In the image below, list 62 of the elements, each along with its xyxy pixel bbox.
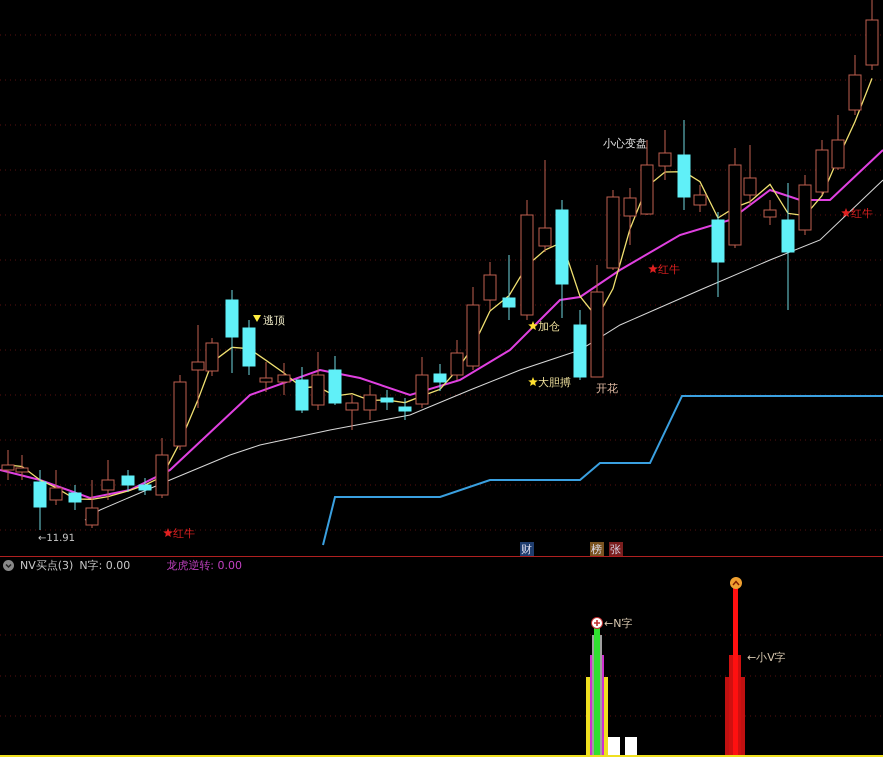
candlestick: [744, 144, 756, 206]
volume-bar: [608, 737, 620, 757]
signal-label: 大胆搏: [538, 376, 571, 389]
candlestick: [278, 362, 290, 396]
signal-label: 红牛: [851, 207, 873, 220]
signal-label: 红牛: [658, 263, 680, 276]
star-icon: [528, 377, 538, 386]
star-icon: [163, 528, 173, 537]
indicator-name: NV买点(3): [20, 558, 74, 572]
signal-label: 逃顶: [263, 314, 285, 327]
candlestick: [328, 356, 342, 406]
candlestick: [624, 188, 636, 246]
candlestick: [242, 320, 256, 376]
candlestick: [484, 262, 496, 310]
candlestick: [694, 184, 706, 212]
signal-label: 红牛: [173, 527, 195, 540]
candlestick: [816, 140, 828, 196]
candlestick: [364, 384, 376, 420]
candlestick: [450, 340, 464, 380]
star-icon: [528, 321, 538, 330]
volume-bar: [625, 737, 637, 757]
signal-annotation: ←N字: [604, 617, 632, 630]
indicator-value: N字: 0.00: [79, 558, 130, 572]
signal-label: 加仓: [538, 320, 560, 333]
event-badge: 财: [520, 542, 534, 556]
candlestick: [86, 480, 98, 528]
plus-circle-icon: [591, 617, 603, 629]
signal-annotation: ←小V字: [747, 651, 786, 664]
candlestick: [832, 114, 844, 170]
candlestick: [502, 254, 516, 320]
candlestick: [138, 478, 152, 496]
candlestick: [764, 200, 776, 226]
candlestick: [346, 394, 358, 430]
candlestick: [296, 366, 308, 414]
event-badge: 张: [609, 542, 623, 556]
star-icon: [648, 264, 658, 273]
candlestick: [658, 130, 672, 180]
candlestick: [102, 460, 114, 500]
candlestick: [798, 174, 812, 236]
chevron-up-circle-icon: [730, 577, 742, 589]
down-triangle-icon: [253, 315, 261, 322]
price-marker: ←11.91: [38, 533, 76, 544]
candlestick: [16, 454, 28, 480]
signal-label: 开花: [596, 382, 618, 395]
candlestick: [398, 398, 412, 420]
chevron-down-icon[interactable]: [3, 560, 14, 570]
candlestick: [848, 54, 862, 116]
candlestick: [574, 310, 586, 380]
candlestick: [34, 470, 46, 530]
event-badge: 榜: [590, 542, 604, 556]
candlestick: [380, 390, 394, 410]
signal-label: 小心变盘: [603, 137, 647, 150]
star-icon: [841, 208, 851, 217]
candlestick: [122, 470, 134, 492]
candlestick: [416, 356, 428, 408]
candlestick: [156, 438, 168, 498]
candlestick: [260, 362, 272, 392]
indicator-value: 龙虎逆转: 0.00: [166, 558, 242, 572]
candlestick: [50, 470, 62, 506]
candlestick: [312, 352, 324, 410]
candlestick: [68, 484, 82, 510]
candlestick: [434, 364, 446, 392]
